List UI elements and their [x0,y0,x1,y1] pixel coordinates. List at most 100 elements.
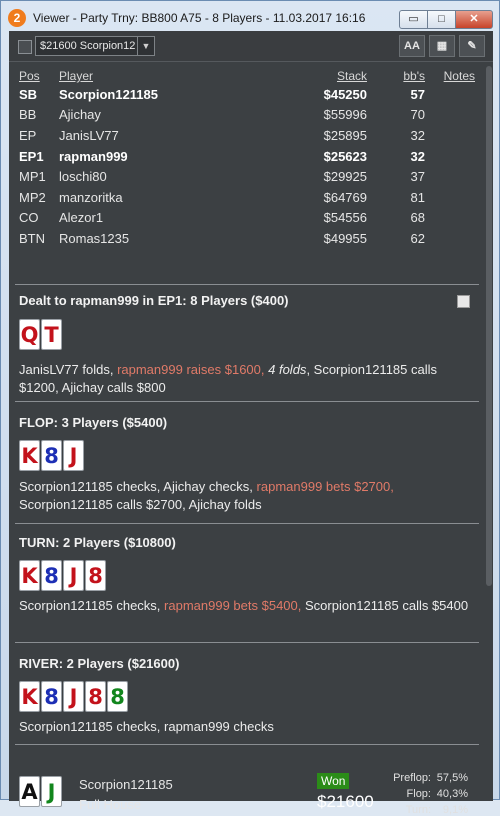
table-row: MP1 loschi80 $29925 37 [19,166,475,187]
hand-selector-value: $21600 Scorpion12 [40,40,136,52]
player-stack: $25895 [323,127,367,143]
player-bbs: 32 [410,148,425,164]
card: 8 [107,681,128,712]
player-name[interactable]: manzoritka [59,187,269,208]
player-stack: $29925 [323,169,367,185]
app-logo-icon: 2 [8,9,26,27]
column-header-bbs[interactable]: bb's [367,68,425,84]
river-cards: K 8 J 8 8 [19,681,129,713]
maximize-button[interactable]: □ [427,10,456,29]
card: J [63,681,84,712]
player-bbs: 62 [410,230,425,246]
action-text: Scorpion121185 checks, rapman999 checks [19,719,274,734]
toolbar: $21600 Scorpion12 ▼ AA ▦ ✎ [9,31,493,62]
flop-cards: K 8 J [19,440,85,472]
card: 8 [41,440,62,471]
player-position: BB [19,107,37,123]
chevron-down-icon[interactable]: ▼ [137,37,154,55]
turn-actions: Scorpion121185 checks, rapman999 bets $5… [19,597,469,615]
player-notes[interactable] [425,105,475,126]
divider [15,744,479,745]
player-position: CO [19,210,39,226]
hand-history-content: Pos Player Stack bb's Notes SB Scorpion1… [9,62,485,816]
player-name[interactable]: Romas1235 [59,228,269,249]
player-notes[interactable] [425,146,475,167]
column-header-notes[interactable]: Notes [425,68,475,84]
grid-icon[interactable]: ▦ [429,35,455,57]
table-row: BB Ajichay $55996 70 [19,105,475,126]
vertical-scrollbar[interactable] [485,62,493,801]
card: J [63,560,84,591]
player-notes[interactable] [425,187,475,208]
equity-value: 57,5% [436,772,468,784]
turn-cards: K 8 J 8 [19,560,107,592]
hand-select-checkbox[interactable] [18,40,32,54]
winner-cards: A J [19,776,63,808]
card: 8 [85,681,106,712]
player-position: MP1 [19,169,46,185]
hero-action-text: rapman999 bets $5400, [164,598,302,613]
player-stack: $25623 [323,148,367,164]
pencil-edit-icon[interactable]: ✎ [459,35,485,57]
note-icon[interactable] [457,295,470,308]
equity-label: Turn: [405,804,431,816]
table-row: BTN Romas1235 $49955 62 [19,228,475,249]
player-bbs: 81 [410,189,425,205]
card: A [19,776,40,807]
scrollbar-thumb[interactable] [486,66,492,586]
player-name[interactable]: JanisLV77 [59,125,269,146]
window-title: Viewer - Party Trny: BB800 A75 - 8 Playe… [33,11,366,25]
hand-selector-dropdown[interactable]: $21600 Scorpion12 ▼ [35,36,155,56]
won-amount: $21600 [317,792,374,811]
equity-label: Preflop: [393,772,431,784]
column-header-stack[interactable]: Stack [269,68,367,84]
action-text: Scorpion121185 checks, Ajichay checks, [19,479,253,494]
card: T [41,319,62,350]
minimize-button[interactable]: ▭ [399,10,428,29]
equity-value: 40,3% [436,788,468,800]
won-badge: Won [317,773,350,789]
hero-action-text: rapman999 bets $2700, [256,479,394,494]
player-name[interactable]: Scorpion121185 [59,84,269,105]
divider [15,284,479,285]
player-notes[interactable] [425,228,475,249]
close-button[interactable]: ✕ [455,10,493,29]
player-name[interactable]: loschi80 [59,166,269,187]
player-name[interactable]: rapman999 [59,146,269,167]
player-position: EP1 [19,148,44,164]
column-header-player[interactable]: Player [59,68,269,84]
player-stack: $49955 [323,230,367,246]
viewer-window: 2 Viewer - Party Trny: BB800 A75 - 8 Pla… [0,0,500,816]
player-stack: $54556 [323,210,367,226]
player-notes[interactable] [425,208,475,229]
card: 8 [41,681,62,712]
player-notes[interactable] [425,84,475,105]
player-bbs: 32 [410,127,425,143]
divider [15,523,479,524]
action-text: JanisLV77 folds, [19,362,114,377]
player-name[interactable]: Ajichay [59,105,269,126]
card: J [63,440,84,471]
divider [15,642,479,643]
table-row: EP JanisLV77 $25895 32 [19,125,475,146]
player-stack: $45250 [323,86,367,102]
font-size-button[interactable]: AA [399,35,425,57]
river-header: RIVER: 2 Players ($21600) [19,656,180,671]
winner-name: Scorpion121185 [79,777,173,792]
card: K [19,560,40,591]
winning-hand: Full House [79,797,142,812]
player-name[interactable]: Alezor1 [59,208,269,229]
player-notes[interactable] [425,166,475,187]
hole-cards: Q T [19,319,63,351]
flop-header: FLOP: 3 Players ($5400) [19,415,168,430]
player-position: MP2 [19,189,46,205]
player-notes[interactable] [425,125,475,146]
player-bbs: 68 [410,210,425,226]
player-bbs: 37 [410,169,425,185]
player-position: EP [19,127,37,143]
hero-action-text: rapman999 raises $1600, [117,362,265,377]
card: J [41,776,62,807]
column-header-pos[interactable]: Pos [19,68,59,84]
equity-value: 9,1% [442,804,468,816]
action-text: Scorpion121185 calls $5400 [305,598,469,613]
